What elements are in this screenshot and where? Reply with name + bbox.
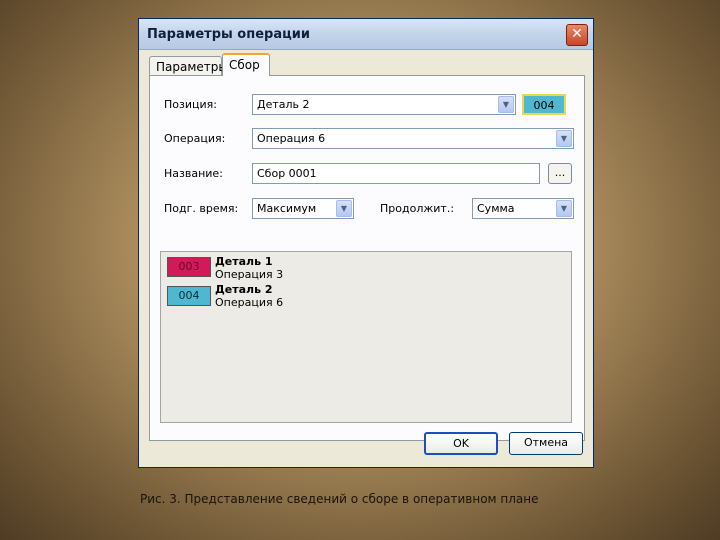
name-input[interactable]: Сбор 0001	[252, 163, 540, 184]
list-item-code-text: 004	[178, 289, 200, 302]
list-item-title: Деталь 1	[215, 255, 273, 268]
operation-parameters-dialog: Параметры операции ✕ Параметры Сбор Пози…	[138, 18, 594, 468]
name-value: Сбор 0001	[257, 167, 317, 180]
ok-button[interactable]: OK	[424, 432, 498, 455]
cancel-button[interactable]: Отмена	[509, 432, 583, 455]
tab-parameters-label: Параметры	[156, 60, 228, 74]
position-color-badge: 004	[522, 94, 566, 115]
cancel-button-label: Отмена	[523, 436, 569, 449]
operation-label: Операция:	[164, 132, 226, 145]
chevron-down-icon[interactable]: ▼	[556, 130, 572, 147]
duration-value: Сумма	[477, 202, 515, 215]
position-value: Деталь 2	[257, 98, 310, 111]
components-list[interactable]: 003 Деталь 1 Операция 3 004 Деталь 2 Опе…	[160, 251, 572, 423]
browse-button[interactable]: ...	[548, 163, 572, 184]
list-item-code-text: 003	[178, 260, 200, 273]
duration-label: Продолжит.:	[380, 202, 455, 215]
figure-caption: Рис. 3. Представление сведений о сборе в…	[140, 492, 539, 506]
list-item-subtitle: Операция 3	[215, 268, 284, 281]
close-button[interactable]: ✕	[566, 24, 588, 46]
close-icon: ✕	[571, 26, 583, 42]
chevron-down-icon[interactable]: ▼	[556, 200, 572, 217]
duration-select[interactable]: Сумма ▼	[472, 198, 574, 219]
prep-time-label: Подг. время:	[164, 202, 239, 215]
position-badge-text: 004	[533, 99, 555, 112]
tab-assembly[interactable]: Сбор	[222, 53, 270, 76]
prep-time-value: Максимум	[257, 202, 317, 215]
tab-assembly-label: Сбор	[229, 58, 260, 72]
list-item-title: Деталь 2	[215, 283, 273, 296]
list-item-code[interactable]: 003	[167, 257, 211, 277]
chevron-down-icon[interactable]: ▼	[336, 200, 352, 217]
ok-button-label: OK	[453, 437, 469, 450]
assembly-tab-panel: Позиция: Деталь 2 ▼ 004 Операция: Операц…	[149, 75, 585, 441]
name-label: Название:	[164, 167, 223, 180]
list-item-code[interactable]: 004	[167, 286, 211, 306]
operation-value: Операция 6	[257, 132, 326, 145]
list-item-subtitle: Операция 6	[215, 296, 284, 309]
window-title: Параметры операции	[147, 27, 310, 42]
operation-select[interactable]: Операция 6 ▼	[252, 128, 574, 149]
position-label: Позиция:	[164, 98, 217, 111]
tab-parameters[interactable]: Параметры	[149, 56, 228, 76]
chevron-down-icon[interactable]: ▼	[498, 96, 514, 113]
position-select[interactable]: Деталь 2 ▼	[252, 94, 516, 115]
title-bar: Параметры операции ✕	[139, 19, 593, 50]
prep-time-select[interactable]: Максимум ▼	[252, 198, 354, 219]
browse-button-label: ...	[554, 166, 566, 179]
